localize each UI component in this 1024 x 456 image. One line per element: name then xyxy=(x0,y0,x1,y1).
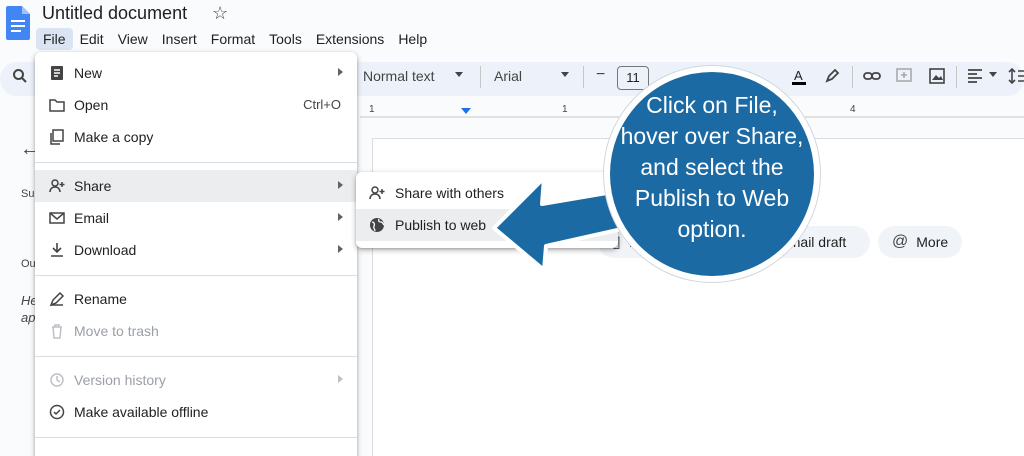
menu-divider xyxy=(35,275,357,276)
menu-extensions[interactable]: Extensions xyxy=(309,28,391,50)
indent-marker[interactable] xyxy=(461,108,471,114)
outline-hint: ap xyxy=(21,310,36,325)
menu-tools[interactable]: Tools xyxy=(262,28,309,50)
chevron-right-icon xyxy=(338,375,343,383)
copy-icon xyxy=(50,129,64,145)
callout-text: Click on File, hover over Share, and sel… xyxy=(620,92,804,242)
download-icon xyxy=(51,243,63,257)
svg-text:A: A xyxy=(794,68,803,83)
menu-item-rename[interactable]: Rename xyxy=(35,283,357,315)
align-left-icon[interactable] xyxy=(966,67,984,85)
ruler-number: 1 xyxy=(562,104,568,115)
email-icon xyxy=(49,212,65,224)
insert-image-icon[interactable] xyxy=(928,67,946,85)
history-icon xyxy=(50,373,64,387)
line-spacing-icon[interactable] xyxy=(1008,67,1024,85)
star-icon[interactable]: ☆ xyxy=(212,3,228,24)
chevron-down-icon[interactable] xyxy=(455,72,463,77)
toolbar-divider xyxy=(480,66,481,88)
text-color-icon[interactable]: A xyxy=(790,67,808,85)
menu-item-email[interactable]: Email xyxy=(35,202,357,234)
toolbar-divider xyxy=(852,66,853,88)
decrease-font-size-icon[interactable]: − xyxy=(596,66,605,84)
chevron-right-icon xyxy=(338,245,343,253)
folder-icon xyxy=(49,99,65,112)
chevron-down-icon[interactable] xyxy=(989,72,997,77)
at-icon: @ xyxy=(892,233,909,250)
menu-item-new[interactable]: New xyxy=(35,57,357,89)
menu-bar: File Edit View Insert Format Tools Exten… xyxy=(36,28,434,50)
menu-divider xyxy=(35,162,357,163)
toolbar-divider xyxy=(583,66,584,88)
summary-label: Su xyxy=(21,188,35,200)
chevron-right-icon xyxy=(338,68,343,76)
rename-icon xyxy=(49,291,65,307)
add-comment-icon[interactable] xyxy=(895,67,913,85)
person-add-icon xyxy=(49,179,65,193)
toolbar-divider xyxy=(956,66,957,88)
insert-link-icon[interactable] xyxy=(863,67,881,85)
chevron-right-icon xyxy=(338,181,343,189)
menu-item-move-to-trash[interactable]: Move to trash xyxy=(35,315,357,347)
person-add-icon xyxy=(369,186,385,200)
globe-icon xyxy=(370,218,385,232)
font-dropdown[interactable]: Arial xyxy=(494,68,522,84)
menu-file[interactable]: File xyxy=(36,28,73,50)
menu-item-version-history[interactable]: Version history xyxy=(35,364,357,396)
paragraph-style-dropdown[interactable]: Normal text xyxy=(363,68,435,84)
menu-view[interactable]: View xyxy=(111,28,155,50)
file-menu: New Open Ctrl+O Make a copy Share Email … xyxy=(35,52,357,456)
chip-more[interactable]: @ More xyxy=(878,226,962,258)
ruler-number: 1 xyxy=(369,104,375,115)
trash-icon xyxy=(52,324,62,339)
menu-item-open[interactable]: Open Ctrl+O xyxy=(35,89,357,121)
font-size-input[interactable]: 11 xyxy=(617,66,649,90)
highlight-color-icon[interactable] xyxy=(823,67,841,85)
menu-item-share[interactable]: Share xyxy=(35,170,357,202)
document-title[interactable]: Untitled document xyxy=(42,3,187,24)
ruler-number: 4 xyxy=(850,104,856,115)
chevron-right-icon xyxy=(338,213,343,221)
docs-logo-icon[interactable] xyxy=(6,6,30,40)
offline-check-icon xyxy=(49,404,65,420)
menu-item-download[interactable]: Download xyxy=(35,234,357,266)
menu-item-make-a-copy[interactable]: Make a copy xyxy=(35,121,357,153)
outline-label: Ou xyxy=(21,258,36,270)
menu-edit[interactable]: Edit xyxy=(73,28,111,50)
menu-help[interactable]: Help xyxy=(391,28,434,50)
chevron-down-icon[interactable] xyxy=(561,72,569,77)
menu-divider xyxy=(35,437,357,438)
menu-format[interactable]: Format xyxy=(204,28,262,50)
new-doc-icon xyxy=(51,66,63,80)
menu-insert[interactable]: Insert xyxy=(155,28,204,50)
menu-item-make-available-offline[interactable]: Make available offline xyxy=(35,396,357,428)
search-menus-icon[interactable] xyxy=(12,68,28,89)
menu-divider xyxy=(35,356,357,357)
